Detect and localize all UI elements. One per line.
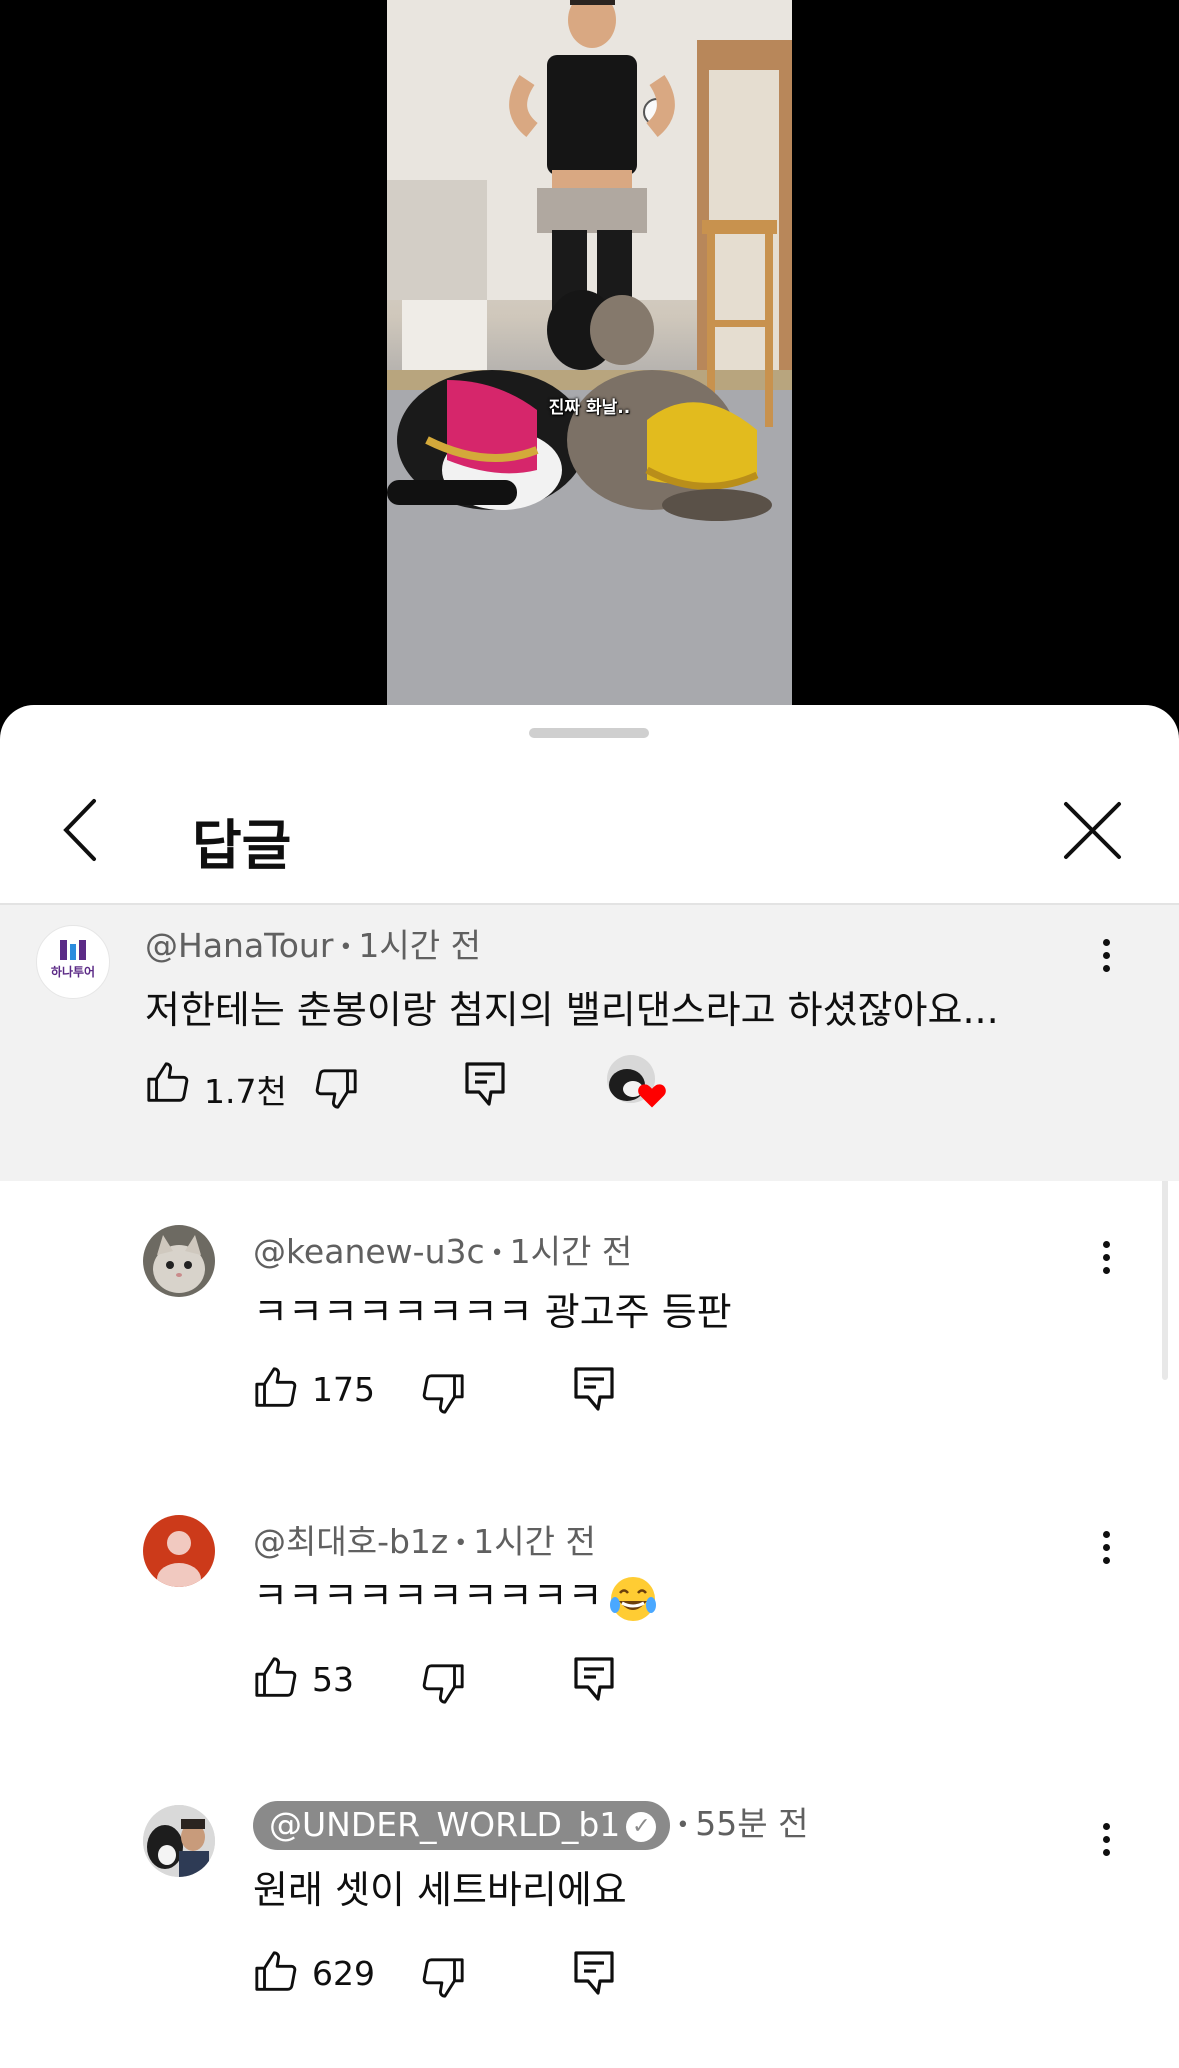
video-caption: 진짜 화날.. (548, 398, 631, 418)
like-count: 53 (312, 1660, 354, 1699)
close-button[interactable] (1060, 798, 1125, 863)
comment-time: 1시간 전 (509, 1232, 633, 1271)
comment-meta: @HanaTour • 1시간 전 (145, 919, 481, 967)
thumb-down-icon (315, 1069, 357, 1109)
thumb-up-icon (255, 1657, 297, 1697)
reply-item: @최대호-b1z • 1시간 전 ㅋㅋㅋㅋㅋㅋㅋㅋㅋㅋ 53 (0, 1505, 1179, 1755)
more-options-button[interactable] (1096, 1237, 1116, 1281)
video-still-image (387, 0, 792, 705)
creator-heart (607, 1055, 677, 1115)
like-button[interactable] (253, 1655, 299, 1705)
thumb-down-icon (422, 1958, 464, 1998)
heart-icon (638, 1084, 666, 1108)
comment-text: 저한테는 춘봉이랑 첨지의 밸리댄스라고 하셨잖아요... (145, 988, 999, 1032)
dislike-button[interactable] (420, 1370, 466, 1420)
back-button[interactable] (50, 795, 110, 865)
face-with-tears-of-joy-icon (609, 1576, 656, 1621)
like-button[interactable] (253, 1949, 299, 1999)
reply-item: @keanew-u3c • 1시간 전 ㅋㅋㅋㅋㅋㅋㅋㅋ 광고주 등판 175 (0, 1215, 1179, 1465)
separator-dot: • (676, 1813, 690, 1838)
comment-text: ㅋㅋㅋㅋㅋㅋㅋㅋㅋㅋ (253, 1565, 659, 1625)
dislike-button[interactable] (313, 1065, 359, 1115)
drag-handle[interactable] (529, 728, 649, 738)
reply-button[interactable] (572, 1365, 616, 1417)
like-button[interactable] (253, 1365, 299, 1415)
parent-comment: 하나투어 @HanaTour • 1시간 전 저한테는 춘봉이랑 첨지의 밸리댄스라… (0, 905, 1179, 1181)
hanatour-logo-icon: 하나투어 (51, 940, 95, 979)
owner-avatar-image (143, 1805, 215, 1877)
sheet-title: 답글 (192, 814, 292, 877)
dislike-button[interactable] (420, 1954, 466, 2004)
close-icon (1064, 802, 1121, 859)
more-options-button[interactable] (1096, 1527, 1116, 1571)
comment-text: ㅋㅋㅋㅋㅋㅋㅋㅋ 광고주 등판 (253, 1290, 732, 1334)
replies-sheet: 답글 하나투어 @HanaTour • 1시간 전 저한테는 춘봉이랑 첨지의 밸리… (0, 705, 1179, 2068)
comment-time: 55분 전 (695, 1804, 809, 1843)
video-frame[interactable]: 진짜 화날.. (387, 0, 792, 705)
comment-time: 1시간 전 (473, 1522, 596, 1561)
reply-button[interactable] (463, 1060, 507, 1112)
comment-author: @UNDER_WORLD_b1 (269, 1805, 621, 1844)
chevron-left-icon (63, 799, 96, 861)
separator-dot: • (454, 1531, 468, 1556)
like-count: 629 (312, 1954, 375, 1993)
thumb-up-icon (147, 1062, 189, 1102)
reply-icon (465, 1062, 505, 1106)
reply-icon (574, 1657, 614, 1701)
verified-check-icon: ✓ (626, 1811, 657, 1842)
dislike-button[interactable] (420, 1660, 466, 1710)
like-count: 175 (312, 1370, 375, 1409)
default-avatar[interactable] (143, 1515, 215, 1587)
thumb-down-icon (422, 1664, 464, 1704)
comment-author[interactable]: @keanew-u3c (253, 1232, 485, 1271)
cat-avatar-image (143, 1225, 215, 1297)
comment-text: 원래 셋이 세트바리에요 (253, 1868, 627, 1912)
comment-author[interactable]: @최대호-b1z (253, 1522, 448, 1561)
comment-meta: @UNDER_WORLD_b1 ✓ • 55분 전 (253, 1797, 809, 1850)
owner-handle-chip[interactable]: @UNDER_WORLD_b1 ✓ (253, 1801, 671, 1850)
comment-meta: @최대호-b1z • 1시간 전 (253, 1515, 596, 1563)
thumb-up-icon (255, 1951, 297, 1991)
thumb-down-icon (422, 1374, 464, 1414)
hanatour-avatar[interactable]: 하나투어 (36, 925, 110, 999)
comment-time: 1시간 전 (358, 926, 481, 965)
like-count: 1.7천 (204, 1072, 287, 1111)
reply-icon (574, 1367, 614, 1411)
comment-meta: @keanew-u3c • 1시간 전 (253, 1225, 632, 1273)
like-button[interactable] (145, 1060, 191, 1110)
separator-dot: • (339, 935, 353, 960)
sheet-header: 답글 (0, 765, 1179, 885)
reply-icon (574, 1951, 614, 1995)
more-options-button[interactable] (1096, 1819, 1116, 1863)
reply-button[interactable] (572, 1949, 616, 2001)
comment-text-body: ㅋㅋㅋㅋㅋㅋㅋㅋㅋㅋ (253, 1574, 603, 1618)
more-options-button[interactable] (1096, 935, 1116, 979)
under-world-avatar[interactable] (143, 1805, 215, 1877)
keanew-avatar[interactable] (143, 1225, 215, 1297)
comment-author[interactable]: @HanaTour (145, 926, 333, 965)
reply-button[interactable] (572, 1655, 616, 1707)
thumb-up-icon (255, 1367, 297, 1407)
separator-dot: • (490, 1241, 504, 1266)
video-player[interactable]: 진짜 화날.. (0, 0, 1179, 720)
reply-item: @UNDER_WORLD_b1 ✓ • 55분 전 원래 셋이 세트바리에요 629 (0, 1797, 1179, 2057)
svg-text:하나투어: 하나투어 (51, 964, 95, 979)
person-icon (157, 1531, 201, 1587)
